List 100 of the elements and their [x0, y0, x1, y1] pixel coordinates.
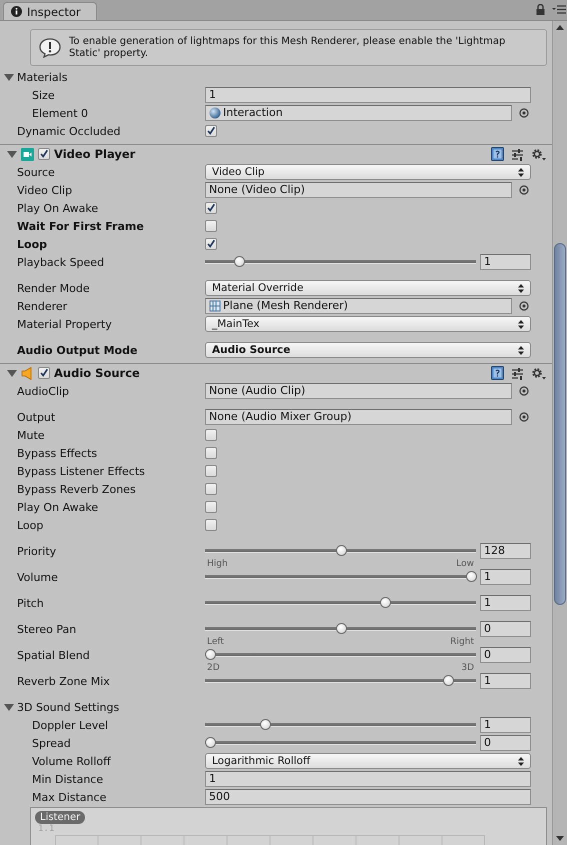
object-field[interactable]: None (Audio Clip) — [205, 383, 512, 399]
property-label: Max Distance — [32, 790, 106, 804]
property-label: Min Distance — [32, 772, 104, 786]
property-label: Volume Rolloff — [32, 754, 111, 768]
property-label: Bypass Reverb Zones — [17, 482, 136, 496]
number-field[interactable]: 1 — [480, 717, 531, 733]
property-label: Source — [17, 166, 55, 178]
caret-icon[interactable] — [7, 150, 17, 158]
number-field[interactable]: 0 — [480, 647, 531, 663]
slider-thumb[interactable] — [234, 256, 245, 267]
checkbox[interactable] — [205, 519, 217, 531]
slider-thumb[interactable] — [205, 737, 216, 748]
property-label: Render Mode — [17, 282, 90, 294]
object-field[interactable]: None (Audio Mixer Group) — [205, 409, 512, 425]
settings-icon[interactable] — [531, 148, 546, 160]
property-label: Wait For First Frame — [17, 220, 144, 232]
warning-icon — [39, 38, 61, 58]
input-field[interactable]: 1 — [205, 771, 531, 787]
settings-icon[interactable] — [531, 366, 546, 380]
object-picker-icon[interactable] — [519, 301, 529, 311]
sliders-icon[interactable] — [511, 148, 524, 160]
scroll-thumb[interactable] — [554, 243, 566, 605]
checkbox[interactable] — [205, 483, 217, 495]
dropdown-arrows-icon — [518, 284, 524, 292]
checkbox[interactable] — [205, 429, 217, 441]
dropdown-arrows-icon — [518, 756, 524, 766]
object-field[interactable]: Plane (Mesh Renderer) — [205, 298, 512, 314]
component-title[interactable]: Video Player — [54, 147, 136, 161]
property-label: Playback Speed — [17, 256, 104, 268]
component-checkbox[interactable] — [38, 367, 50, 379]
dropdown[interactable]: _MainTex — [205, 316, 531, 332]
listener-badge: Listener — [35, 811, 86, 824]
checkbox[interactable] — [205, 220, 217, 232]
property-label: Mute — [17, 428, 45, 442]
object-field[interactable]: Interaction — [205, 105, 512, 121]
component-title[interactable]: Audio Source — [54, 366, 140, 380]
number-field[interactable]: 128 — [480, 543, 531, 559]
slider-thumb[interactable] — [380, 597, 391, 608]
object-picker-icon[interactable] — [519, 412, 529, 422]
dropdown[interactable]: Logarithmic Rolloff — [205, 753, 531, 769]
caret-icon[interactable] — [4, 72, 14, 82]
checkbox[interactable] — [205, 465, 217, 477]
slider-thumb[interactable] — [205, 649, 216, 660]
number-field[interactable]: 1 — [480, 673, 531, 689]
dropdown-arrows-icon — [518, 320, 524, 328]
component-checkbox[interactable] — [38, 148, 50, 160]
property-label: Reverb Zone Mix — [17, 674, 110, 688]
caret-icon[interactable] — [4, 702, 14, 712]
number-field[interactable]: 1 — [480, 595, 531, 611]
input-field[interactable]: 500 — [205, 789, 531, 805]
help-text: To enable generation of lightmaps for this Mesh Renderer, please enable the 'Lightmap Static' property. — [69, 36, 506, 60]
dropdown-arrows-icon — [518, 346, 524, 354]
property-label: Renderer — [17, 300, 68, 312]
video-camera-icon — [21, 148, 34, 160]
checkbox[interactable] — [205, 202, 217, 214]
number-field[interactable]: 1 — [480, 569, 531, 585]
slider-max-label: 3D — [461, 664, 474, 672]
number-field[interactable]: 0 — [480, 735, 531, 751]
object-picker-icon[interactable] — [519, 108, 529, 118]
property-label: Output — [17, 410, 56, 424]
property-label: Play On Awake — [17, 202, 98, 214]
slider-thumb[interactable] — [442, 675, 454, 686]
slider-thumb[interactable] — [336, 623, 346, 634]
property-label: Spatial Blend — [17, 648, 90, 662]
property-label: Element 0 — [32, 106, 88, 120]
checkbox[interactable] — [205, 501, 217, 513]
object-picker-icon[interactable] — [519, 185, 529, 195]
property-label: Stereo Pan — [17, 622, 76, 636]
slider-thumb[interactable] — [260, 719, 271, 730]
property-label: Play On Awake — [17, 500, 98, 514]
property-label: Audio Output Mode — [17, 344, 138, 356]
checkbox[interactable] — [205, 447, 217, 459]
object-field[interactable]: None (Video Clip) — [205, 182, 512, 198]
caret-icon[interactable] — [7, 368, 17, 378]
checkbox[interactable] — [205, 238, 217, 250]
scrollbar[interactable] — [552, 21, 567, 845]
dropdown[interactable]: Audio Source — [205, 342, 531, 358]
help-book-icon[interactable] — [491, 147, 504, 161]
slider-thumb[interactable] — [336, 545, 346, 556]
lock-icon[interactable] — [536, 4, 545, 15]
slider-thumb[interactable] — [466, 571, 477, 582]
number-field[interactable]: 0 — [480, 621, 531, 637]
slider-min-label: High — [207, 560, 228, 568]
foldout-label[interactable]: Materials — [17, 70, 68, 84]
checkbox[interactable] — [205, 125, 217, 137]
help-book-icon[interactable] — [491, 366, 504, 380]
dropdown[interactable]: Material Override — [205, 280, 531, 296]
speaker-icon — [21, 366, 34, 380]
dropdown[interactable]: Video Clip — [205, 164, 531, 180]
number-field[interactable]: 1 — [480, 254, 531, 270]
property-label: Spread — [32, 736, 71, 750]
input-field[interactable]: 1 — [205, 87, 531, 103]
inspector-tab[interactable]: Inspector — [3, 2, 97, 20]
sliders-icon[interactable] — [511, 366, 524, 380]
dropdown-arrows-icon — [518, 168, 524, 176]
object-picker-icon[interactable] — [519, 386, 529, 396]
property-label: Priority — [17, 544, 56, 558]
foldout-label[interactable]: 3D Sound Settings — [17, 700, 120, 714]
menu-icon[interactable] — [552, 5, 566, 14]
property-label: Video Clip — [17, 184, 72, 196]
